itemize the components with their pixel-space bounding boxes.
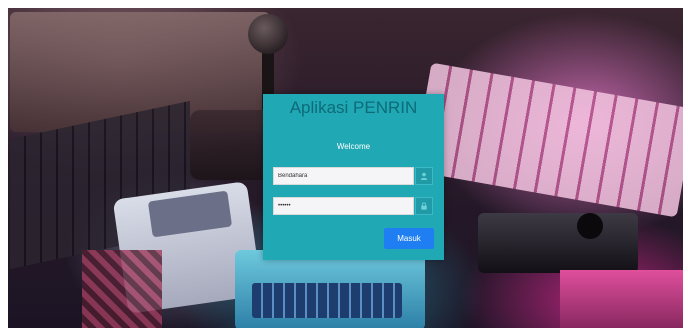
- password-input[interactable]: [273, 197, 414, 215]
- background-joystick-ball: [248, 14, 288, 54]
- lock-icon: [415, 197, 433, 215]
- background-knob: [577, 213, 603, 239]
- password-field: [273, 197, 433, 215]
- background-mini-keyboard: [252, 283, 402, 318]
- background-pink-box: [560, 270, 688, 336]
- app-title: Aplikasi PENRIN: [289, 98, 418, 117]
- welcome-text: Welcome: [336, 142, 371, 151]
- login-card: Aplikasi PENRIN Welcome Masuk: [263, 94, 444, 260]
- background-device: [478, 213, 638, 273]
- username-input[interactable]: [273, 167, 414, 185]
- background-pixel-art: [82, 250, 162, 330]
- user-icon: [415, 167, 433, 185]
- login-button[interactable]: Masuk: [384, 228, 434, 249]
- username-field: [273, 167, 433, 185]
